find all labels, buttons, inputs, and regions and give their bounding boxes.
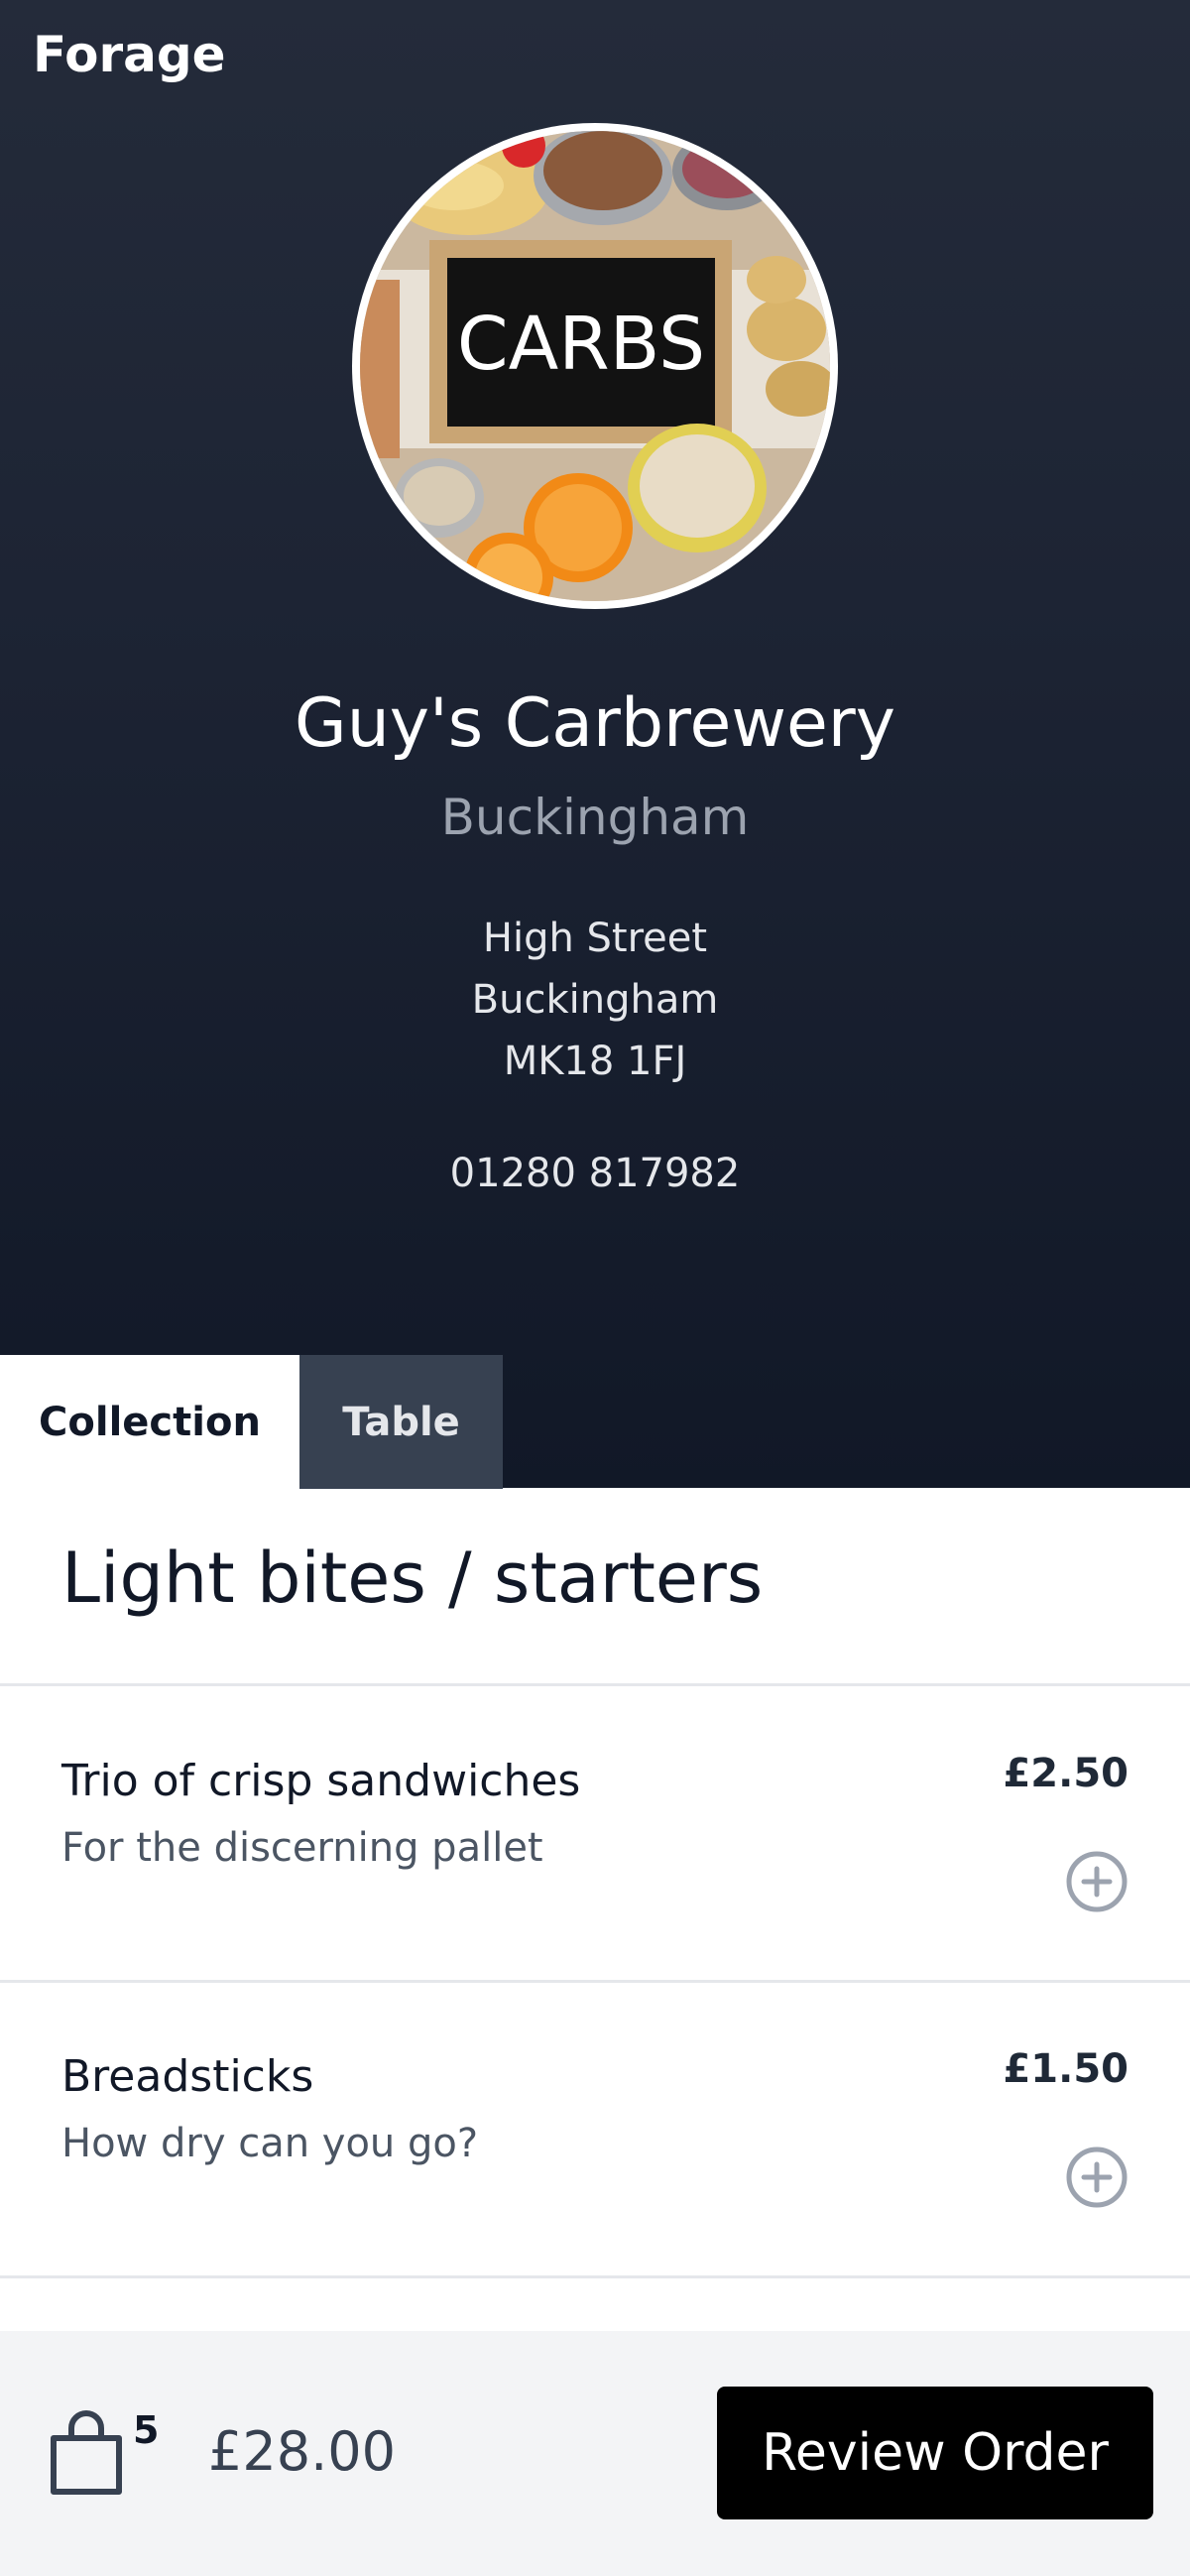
tab-collection[interactable]: Collection — [0, 1355, 299, 1489]
brand-logo[interactable]: Forage — [33, 26, 226, 83]
add-item-icon[interactable] — [1065, 2146, 1129, 2209]
venue-avatar: CARBS — [352, 123, 838, 609]
venue-town: Buckingham — [440, 789, 750, 846]
menu-item-name: Breadsticks — [61, 2051, 314, 2102]
add-item-icon[interactable] — [1065, 1850, 1129, 1913]
basket-total: £28.00 — [208, 2420, 396, 2483]
menu-item-price: £2.50 — [1003, 1751, 1129, 1796]
menu-item-description: How dry can you go? — [61, 2121, 479, 2166]
divider — [0, 1683, 1190, 1686]
chalkboard-label: CARBS — [457, 302, 705, 387]
menu-item-name: Trio of crisp sandwiches — [61, 1756, 581, 1806]
venue-phone[interactable]: 01280 817982 — [0, 1151, 1190, 1196]
order-type-tabs: Collection Table — [0, 1355, 1190, 1489]
tab-table[interactable]: Table — [299, 1355, 503, 1489]
menu-item-description: For the discerning pallet — [61, 1825, 543, 1871]
venue-name: Guy's Carbrewery — [295, 684, 895, 763]
address-line-2: Buckingham — [471, 977, 719, 1023]
basket-count: 5 — [133, 2408, 160, 2452]
menu-section-title: Light bites / starters — [61, 1537, 764, 1619]
review-order-button[interactable]: Review Order — [717, 2387, 1153, 2519]
divider — [0, 1980, 1190, 1983]
address-line-1: High Street — [482, 916, 708, 961]
address-postcode: MK18 1FJ — [503, 1039, 687, 1084]
menu-item-price: £1.50 — [1003, 2046, 1129, 2092]
shopping-bag-icon[interactable] — [48, 2408, 125, 2496]
divider — [0, 2275, 1190, 2278]
venue-photo: CARBS — [360, 131, 830, 601]
venue-header: Forage CARBS Guy's Carbrewery Buckingham… — [0, 0, 1190, 1489]
